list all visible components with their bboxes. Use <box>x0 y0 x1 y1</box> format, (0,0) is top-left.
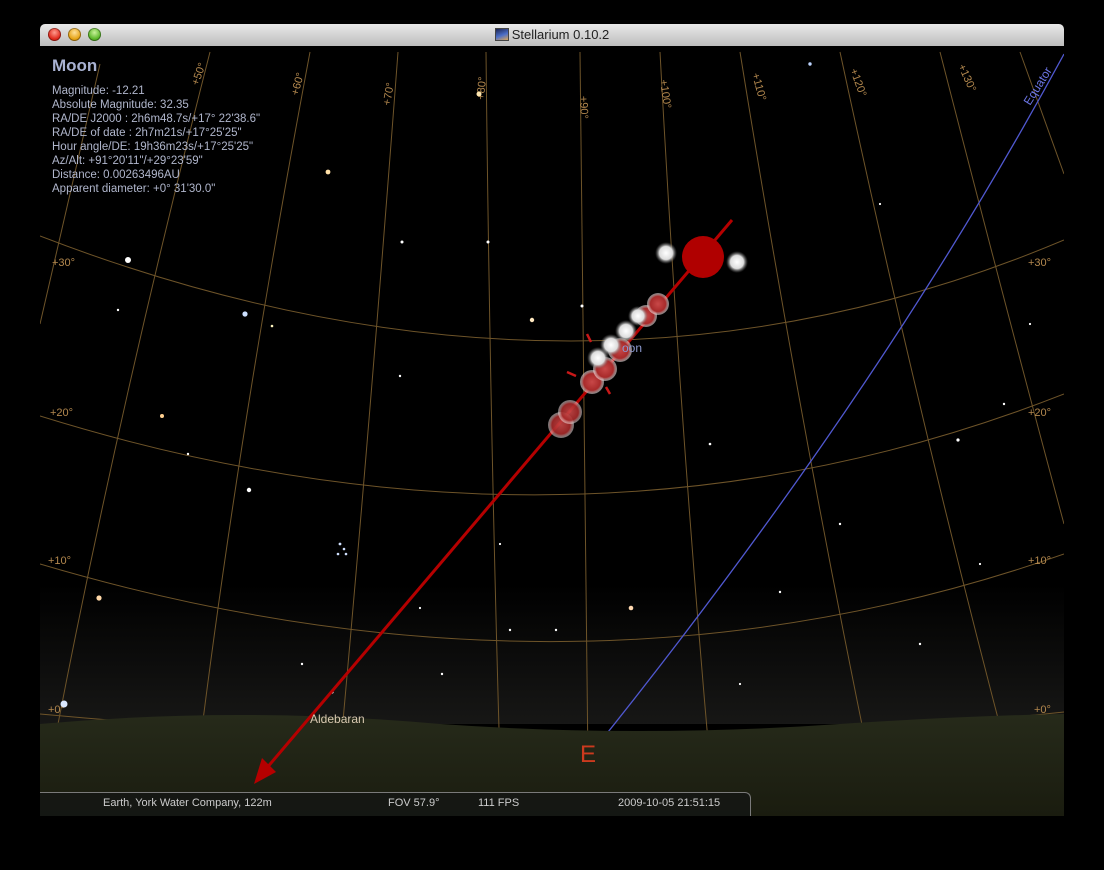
moon-pos-2 <box>558 400 582 424</box>
info-hour-angle: Hour angle/DE: 19h36m23s/+17°25'25" <box>52 141 254 153</box>
info-apparent-diameter: Apparent diameter: +0° 31'30.0" <box>52 183 216 195</box>
moon-white-5 <box>655 242 677 264</box>
alt-label-left-30: +30° <box>52 257 75 269</box>
alt-label-right-20: +20° <box>1028 407 1051 419</box>
window-title: Stellarium 0.10.2 <box>40 27 1064 42</box>
title-bar[interactable]: Stellarium 0.10.2 <box>40 24 1064 47</box>
cardinal-east: E <box>580 741 596 768</box>
alt-label-left-20: +20° <box>50 407 73 419</box>
info-magnitude: Magnitude: -12.21 <box>52 85 145 97</box>
horizon-haze <box>40 584 1064 724</box>
ra-label-80: +80° <box>475 76 489 100</box>
moon-label: oon <box>622 341 642 355</box>
status-bar: Earth, York Water Company, 122m FOV 57.9… <box>40 792 751 816</box>
alt-label-right-10: +10° <box>1028 555 1051 567</box>
window-title-text: Stellarium 0.10.2 <box>511 27 610 42</box>
alt-label-left-10: +10° <box>48 555 71 567</box>
info-az-alt: Az/Alt: +91°20'11"/+29°23'59" <box>52 155 203 167</box>
ra-label-90: +90° <box>577 96 590 119</box>
aldebaran-label: Aldebaran <box>310 712 365 726</box>
stellarium-app-icon <box>494 28 509 41</box>
fov-text: FOV 57.9° <box>388 797 440 809</box>
moon-white-4 <box>628 306 648 326</box>
datetime-text: 2009-10-05 21:51:15 <box>618 797 721 809</box>
object-info-panel: Moon Magnitude: -12.21 Absolute Magnitud… <box>52 56 260 196</box>
fps-text: 111 FPS <box>478 797 520 809</box>
object-name: Moon <box>52 56 98 75</box>
info-distance: Distance: 0.00263496AU <box>52 169 180 181</box>
moon-white-6 <box>726 251 748 273</box>
info-radec-j2000: RA/DE J2000 : 2h6m48.7s/+17° 22'38.6" <box>52 113 261 125</box>
location-text: Earth, York Water Company, 122m <box>103 797 272 809</box>
stellarium-window: Stellarium 0.10.2 +30° +20° +10° +0° +30… <box>40 24 1064 816</box>
moon-pos-7 <box>647 293 669 315</box>
alt-label-right-30: +30° <box>1028 257 1051 269</box>
sun-disk <box>682 236 724 278</box>
info-abs-magnitude: Absolute Magnitude: 32.35 <box>52 99 189 111</box>
info-radec-date: RA/DE of date : 2h7m21s/+17°25'25" <box>52 127 242 139</box>
alt-label-right-0: +0° <box>1034 704 1051 716</box>
